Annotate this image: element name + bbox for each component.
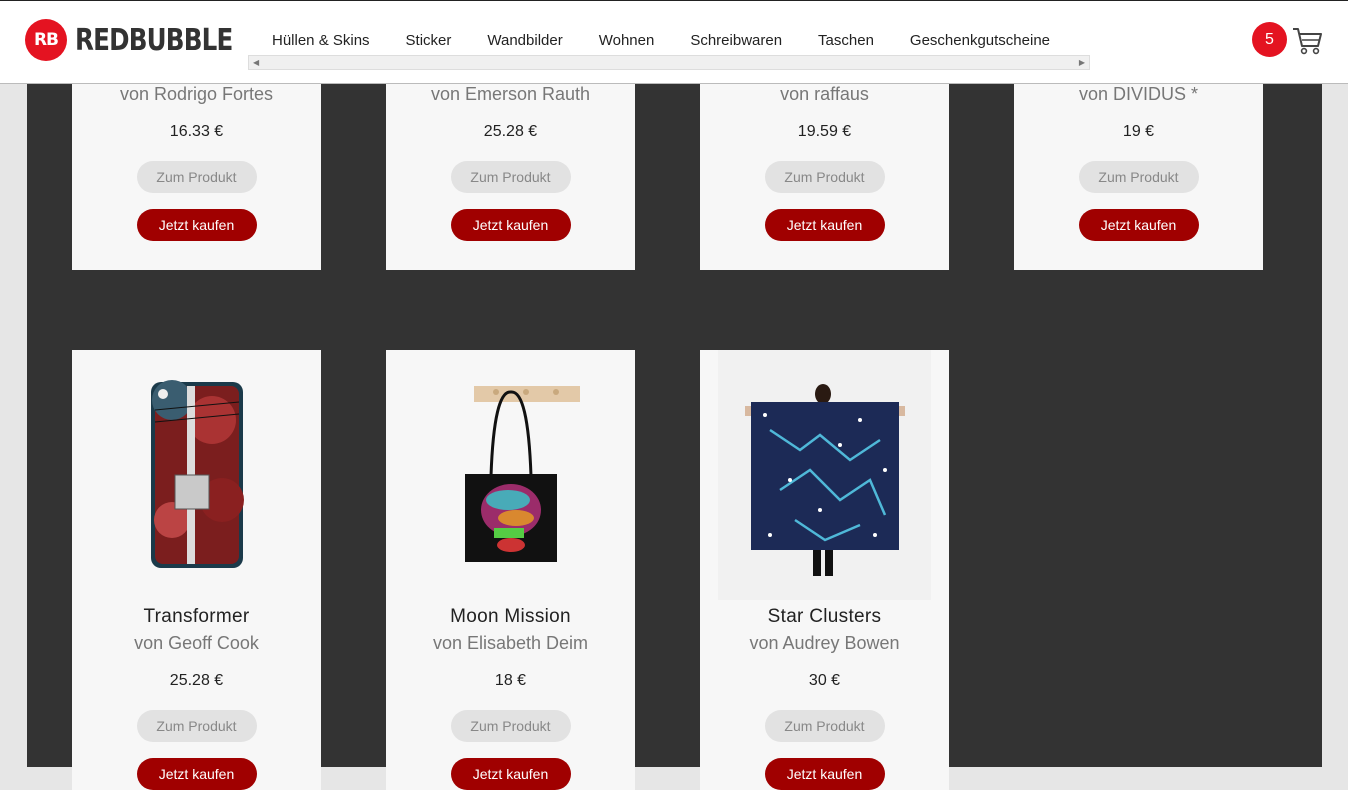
scarf-image[interactable] [700, 350, 949, 600]
nav-item-wohnen[interactable]: Wohnen [599, 32, 655, 49]
tote-bag-image[interactable] [386, 350, 635, 600]
product-artist: von Audrey Bowen [749, 633, 900, 653]
site-header: RB REDBUBBLE Hüllen & Skins Sticker Wand… [0, 0, 1348, 84]
nav-horizontal-scrollbar[interactable]: ◀ ▶ [248, 55, 1090, 70]
nav-item-huellen-skins[interactable]: Hüllen & Skins [272, 32, 370, 49]
product-price: 18 € [494, 672, 527, 689]
product-grid: von Rodrigo Fortes 16.33 € Zum Produkt J… [27, 74, 1322, 790]
view-product-button[interactable]: Zum Produkt [1078, 161, 1199, 193]
buy-now-button[interactable]: Jetzt kaufen [764, 758, 885, 790]
nav-item-schreibwaren[interactable]: Schreibwaren [690, 32, 782, 49]
product-card: Transformer von Geoff Cook 25.28 € Zum P… [72, 350, 321, 790]
product-title[interactable]: Transformer [72, 606, 321, 628]
nav-item-taschen[interactable]: Taschen [818, 32, 874, 49]
nav-item-sticker[interactable]: Sticker [406, 32, 452, 49]
view-product-button[interactable]: Zum Produkt [764, 710, 885, 742]
product-price: 30 € [808, 672, 841, 689]
buy-now-button[interactable]: Jetzt kaufen [1078, 209, 1199, 241]
product-artist: von Elisabeth Deim [432, 633, 589, 653]
product-card: von Rodrigo Fortes 16.33 € Zum Produkt J… [72, 74, 321, 270]
buy-now-button[interactable]: Jetzt kaufen [450, 758, 571, 790]
product-artist: von Rodrigo Fortes [119, 84, 274, 104]
product-price: 16.33 € [169, 123, 224, 140]
cart-icon[interactable] [1291, 24, 1323, 56]
product-card: von raffaus 19.59 € Zum Produkt Jetzt ka… [700, 74, 949, 270]
product-card: von DIVIDUS * 19 € Zum Produkt Jetzt kau… [1014, 74, 1263, 270]
product-card: von Emerson Rauth 25.28 € Zum Produkt Je… [386, 74, 635, 270]
cart-count-badge[interactable]: 5 [1252, 22, 1287, 57]
product-price: 19.59 € [797, 123, 852, 140]
phone-case-image[interactable] [72, 350, 321, 600]
nav-item-wandbilder[interactable]: Wandbilder [487, 32, 562, 49]
scroll-right-arrow-icon[interactable]: ▶ [1079, 58, 1085, 68]
buy-now-button[interactable]: Jetzt kaufen [764, 209, 885, 241]
view-product-button[interactable]: Zum Produkt [136, 710, 257, 742]
product-artist: von Geoff Cook [134, 633, 259, 653]
buy-now-button[interactable]: Jetzt kaufen [136, 209, 257, 241]
buy-now-button[interactable]: Jetzt kaufen [136, 758, 257, 790]
product-card: Star Clusters von Audrey Bowen 30 € Zum … [700, 350, 949, 790]
view-product-button[interactable]: Zum Produkt [450, 710, 571, 742]
product-artist: von raffaus [780, 84, 869, 104]
product-title[interactable]: Moon Mission [386, 606, 635, 628]
product-price: 25.28 € [483, 123, 538, 140]
product-price: 19 € [1122, 123, 1155, 140]
logo-mark: RB [25, 19, 67, 61]
logo-text: REDBUBBLE [75, 22, 233, 58]
scroll-left-arrow-icon[interactable]: ◀ [253, 58, 259, 68]
view-product-button[interactable]: Zum Produkt [450, 161, 571, 193]
product-artist: von Emerson Rauth [430, 84, 591, 104]
category-nav: Hüllen & Skins Sticker Wandbilder Wohnen… [248, 24, 1090, 70]
view-product-button[interactable]: Zum Produkt [764, 161, 885, 193]
view-product-button[interactable]: Zum Produkt [136, 161, 257, 193]
product-card: Moon Mission von Elisabeth Deim 18 € Zum… [386, 350, 635, 790]
product-price: 25.28 € [169, 672, 224, 689]
redbubble-logo[interactable]: RB REDBUBBLE [25, 18, 267, 62]
product-title[interactable]: Star Clusters [700, 606, 949, 628]
buy-now-button[interactable]: Jetzt kaufen [450, 209, 571, 241]
product-artist: von DIVIDUS * [1078, 84, 1199, 104]
nav-item-geschenkgutscheine[interactable]: Geschenkgutscheine [910, 32, 1050, 49]
